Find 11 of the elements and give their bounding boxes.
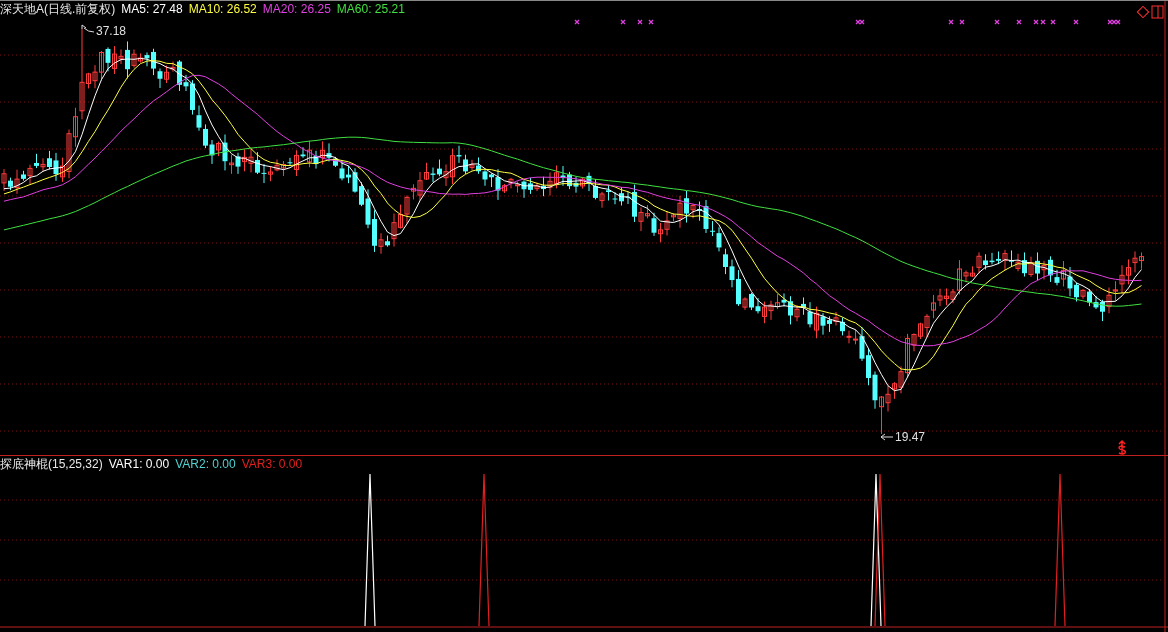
indicator-title: 探底神棍(15,25,32) [0,457,103,471]
indicator-value: VAR1: 0.00 [108,457,170,471]
indicator-value: MA20: 26.25 [262,2,331,16]
low-price-label: 19.47 [895,430,926,444]
indicator-value: MA10: 26.52 [188,2,257,16]
stock-title: 深天地A(日线.前复权) [0,2,116,16]
indicator-value: MA5: 27.48 [121,2,183,16]
indicator-value: VAR2: 0.00 [175,457,236,471]
indicator-value: MA60: 25.21 [336,2,405,16]
indicator-value: VAR3: 0.00 [241,457,303,471]
high-price-label: 37.18 [96,24,127,38]
